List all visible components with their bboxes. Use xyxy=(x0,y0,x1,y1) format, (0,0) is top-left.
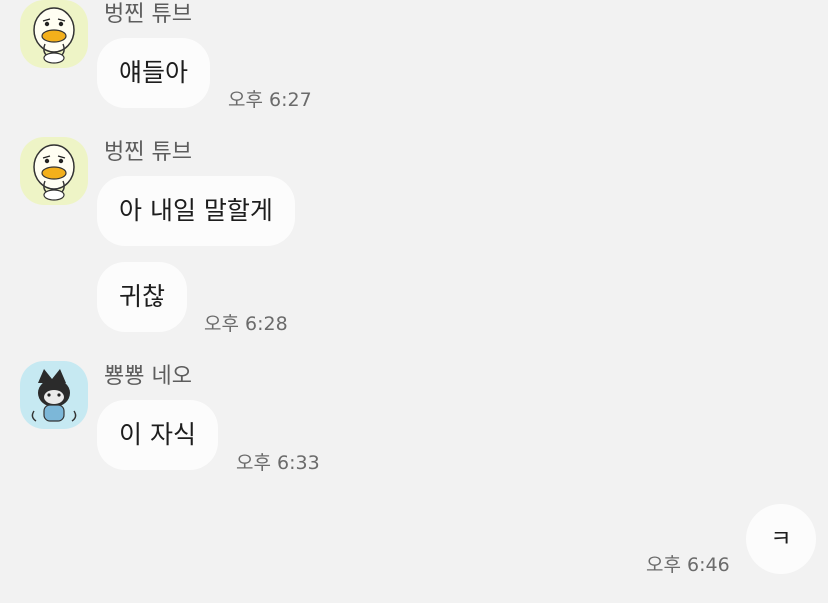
message-time: 오후 6:33 xyxy=(236,452,320,474)
message-bubble[interactable]: 이 자식 xyxy=(97,400,218,470)
my-message-time: 오후 6:46 xyxy=(646,554,730,576)
message-bubble[interactable]: 귀찮 xyxy=(97,262,188,332)
avatar-tube[interactable] xyxy=(20,137,88,205)
tube-duck-avatar-icon xyxy=(20,0,88,68)
sender-name: 벙찐 튜브 xyxy=(104,140,192,165)
message-time: 오후 6:28 xyxy=(204,313,288,335)
message-time: 오후 6:27 xyxy=(228,89,312,111)
sender-name: 뿅뿅 네오 xyxy=(104,364,192,389)
avatar-neo[interactable] xyxy=(20,361,88,429)
message-bubble[interactable]: 아 내일 말할게 xyxy=(97,176,295,246)
tube-duck-avatar-icon xyxy=(20,137,88,205)
avatar-tube[interactable] xyxy=(20,0,88,68)
sender-name: 벙찐 튜브 xyxy=(104,2,192,27)
my-message-bubble[interactable]: ㅋ xyxy=(746,504,816,574)
message-bubble[interactable]: 얘들아 xyxy=(97,38,211,108)
neo-cat-avatar-icon xyxy=(20,361,88,429)
